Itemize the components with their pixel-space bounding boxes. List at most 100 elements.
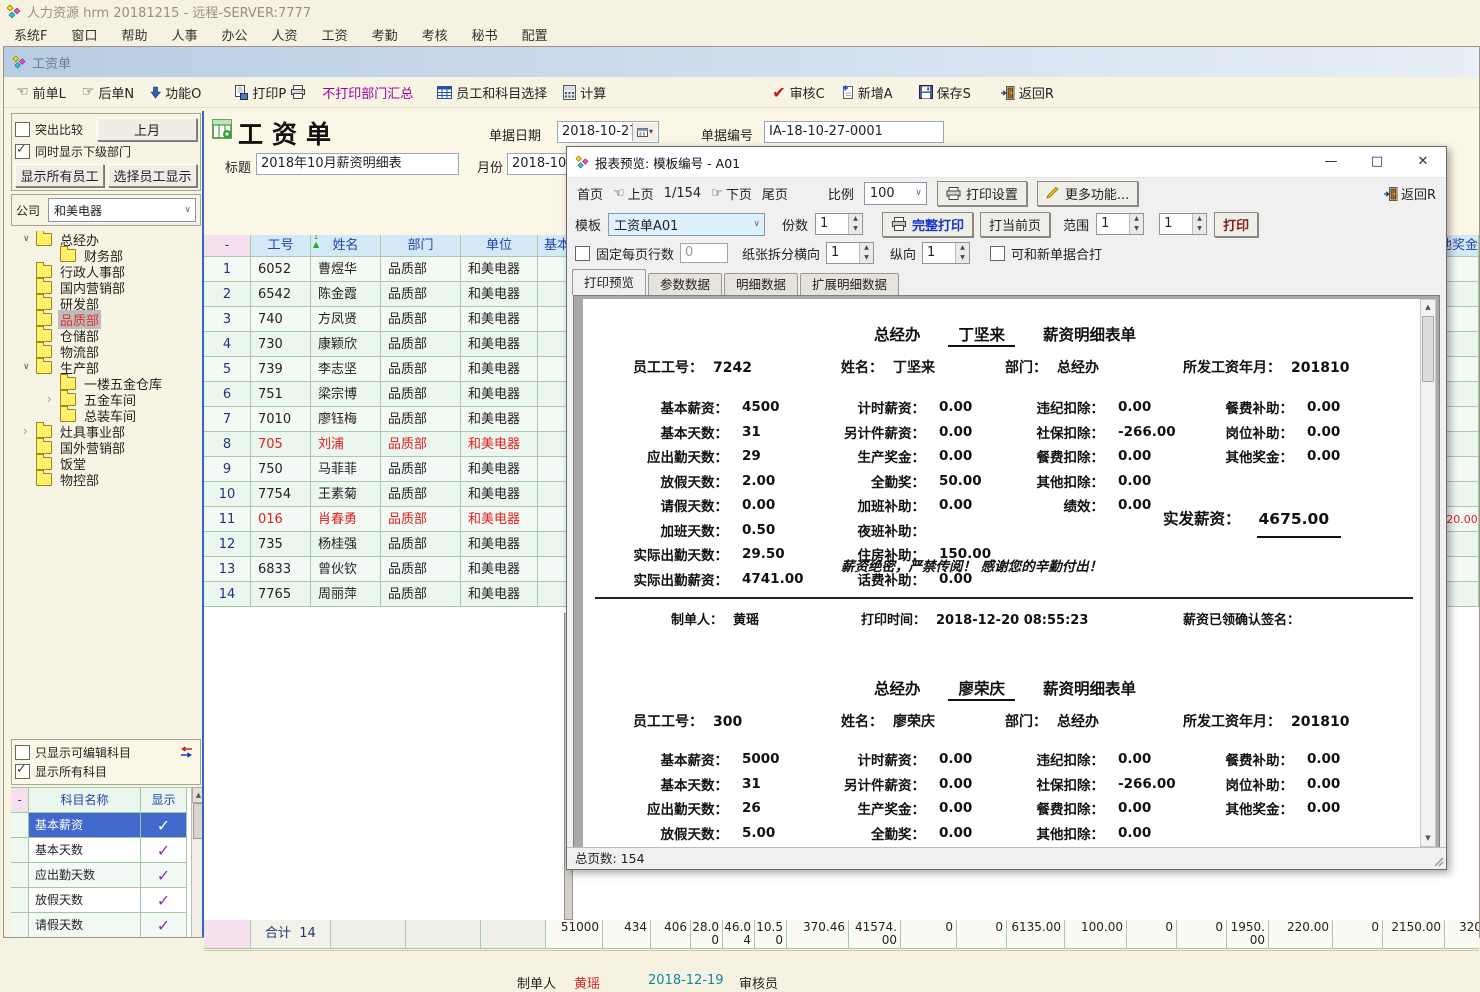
- print-current-page-button[interactable]: 打当前页: [980, 212, 1050, 237]
- header-empno[interactable]: 工号: [251, 235, 311, 257]
- company-select[interactable]: 和美电器 ∨: [48, 198, 196, 222]
- cell-unit[interactable]: 和美电器: [461, 532, 538, 557]
- menu-item[interactable]: 配置: [522, 25, 548, 44]
- maximize-button[interactable]: □: [1354, 147, 1400, 177]
- cell-dept[interactable]: 品质部: [381, 432, 461, 457]
- tree-expand-icon[interactable]: [47, 392, 60, 406]
- menu-item[interactable]: 窗口: [71, 25, 97, 44]
- cell-empno[interactable]: 740: [251, 307, 311, 332]
- range-from-stepper[interactable]: 1▲▼: [1096, 213, 1144, 235]
- cell-unit[interactable]: 和美电器: [461, 557, 538, 582]
- check-icon[interactable]: ✓: [157, 866, 170, 885]
- print-button[interactable]: 打印: [1214, 212, 1258, 237]
- subject-header-name[interactable]: 科目名称: [29, 788, 141, 813]
- header-dept[interactable]: 部门: [381, 235, 461, 257]
- cell-dept[interactable]: 品质部: [381, 407, 461, 432]
- cell-other-bonus[interactable]: [1446, 307, 1479, 332]
- check-icon[interactable]: ✓: [157, 891, 170, 910]
- cell-name[interactable]: 肖春勇: [311, 507, 381, 532]
- dialog-return-button[interactable]: 返回R: [1384, 184, 1436, 203]
- cell-empno[interactable]: 6833: [251, 557, 311, 582]
- cell-other-bonus[interactable]: [1446, 282, 1479, 307]
- cell-unit[interactable]: 和美电器: [461, 482, 538, 507]
- doc-date-field[interactable]: 2018-10-27 ▾: [557, 121, 659, 143]
- more-functions-button[interactable]: 更多功能...: [1037, 181, 1138, 206]
- check-icon[interactable]: ✓: [157, 841, 170, 860]
- copies-stepper[interactable]: 1▲▼: [815, 213, 863, 235]
- calculate-button[interactable]: 计算: [563, 83, 606, 102]
- doc-no-field[interactable]: IA-18-10-27-0001: [764, 121, 944, 143]
- cell-other-bonus[interactable]: [1446, 382, 1479, 407]
- print-button[interactable]: 打印P: [233, 83, 306, 102]
- prev-doc-button[interactable]: ☜前单L: [16, 83, 66, 102]
- tree-expand-icon[interactable]: [23, 234, 36, 244]
- resize-grip[interactable]: [1432, 855, 1444, 867]
- preview-scrollbar[interactable]: ▲ ▼: [1420, 299, 1436, 847]
- cell-name[interactable]: 王素菊: [311, 482, 381, 507]
- cell-empno[interactable]: 7765: [251, 582, 311, 607]
- menu-item[interactable]: 办公: [222, 25, 248, 44]
- cell-unit[interactable]: 和美电器: [461, 382, 538, 407]
- cell-unit[interactable]: 和美电器: [461, 332, 538, 357]
- split-v-stepper[interactable]: 1▲▼: [922, 242, 970, 264]
- cell-unit[interactable]: 和美电器: [461, 257, 538, 282]
- cell-dept[interactable]: 品质部: [381, 482, 461, 507]
- scroll-down-icon[interactable]: ▼: [1421, 831, 1435, 846]
- cell-dept[interactable]: 品质部: [381, 457, 461, 482]
- cell-dept[interactable]: 品质部: [381, 357, 461, 382]
- header-name[interactable]: 1▲姓名: [311, 235, 381, 257]
- cell-dept[interactable]: 品质部: [381, 282, 461, 307]
- cell-empno[interactable]: 739: [251, 357, 311, 382]
- tree-expand-icon[interactable]: [23, 362, 36, 372]
- print-settings-button[interactable]: 打印设置: [937, 181, 1027, 206]
- cell-name[interactable]: 康颖欣: [311, 332, 381, 357]
- menu-item[interactable]: 秘书: [472, 25, 498, 44]
- last-month-button[interactable]: 上月: [97, 118, 197, 141]
- menu-item[interactable]: 人事: [172, 25, 198, 44]
- cell-unit[interactable]: 和美电器: [461, 282, 538, 307]
- prev-page-button[interactable]: ☜上页: [613, 184, 654, 203]
- dialog-tab[interactable]: 明细数据: [724, 273, 798, 295]
- show-sub-dept-checkbox[interactable]: [15, 144, 30, 159]
- check-icon[interactable]: ✓: [157, 916, 170, 935]
- cell-other-bonus[interactable]: [1446, 582, 1479, 607]
- cell-dept[interactable]: 品质部: [381, 507, 461, 532]
- scroll-up-icon[interactable]: ▲: [1421, 300, 1435, 315]
- split-h-stepper[interactable]: 1▲▼: [826, 242, 874, 264]
- cell-other-bonus[interactable]: [1446, 482, 1479, 507]
- functions-button[interactable]: 功能O: [150, 83, 201, 102]
- cell-empno[interactable]: 750: [251, 457, 311, 482]
- scale-select[interactable]: 100∨: [864, 182, 927, 205]
- menu-item[interactable]: 系统F: [14, 25, 47, 44]
- subject-field[interactable]: 2018年10月薪资明细表: [256, 153, 459, 175]
- scroll-thumb[interactable]: [1422, 316, 1434, 382]
- cell-empno[interactable]: 6542: [251, 282, 311, 307]
- cell-name[interactable]: 李志坚: [311, 357, 381, 382]
- cell-other-bonus[interactable]: [1446, 357, 1479, 382]
- next-doc-button[interactable]: ☞后单N: [82, 83, 134, 102]
- subject-row[interactable]: 基本薪资 ✓: [11, 813, 201, 838]
- header-unit[interactable]: 单位: [461, 235, 538, 257]
- cell-name[interactable]: 曾伙钦: [311, 557, 381, 582]
- cell-other-bonus[interactable]: 20.00: [1446, 507, 1479, 532]
- menu-item[interactable]: 考核: [422, 25, 448, 44]
- cell-other-bonus[interactable]: [1446, 332, 1479, 357]
- tree-item[interactable]: 物控部: [11, 471, 201, 487]
- cell-dept[interactable]: 品质部: [381, 557, 461, 582]
- cell-empno[interactable]: 735: [251, 532, 311, 557]
- cell-name[interactable]: 廖钰梅: [311, 407, 381, 432]
- calendar-dropdown-button[interactable]: ▾: [632, 123, 657, 141]
- cell-dept[interactable]: 品质部: [381, 382, 461, 407]
- cell-name[interactable]: 杨桂强: [311, 532, 381, 557]
- dialog-tab[interactable]: 参数数据: [648, 273, 722, 295]
- dialog-tab[interactable]: 打印预览: [572, 269, 646, 295]
- menu-item[interactable]: 工资: [322, 25, 348, 44]
- menu-item[interactable]: 人资: [272, 25, 298, 44]
- employee-subject-select-button[interactable]: 员工和科目选择: [437, 83, 547, 102]
- select-employees-button[interactable]: 选择员工显示: [108, 164, 197, 187]
- save-button[interactable]: 保存S: [919, 83, 971, 102]
- cell-dept[interactable]: 品质部: [381, 332, 461, 357]
- no-dept-summary-button[interactable]: 不打印部门汇总: [322, 83, 413, 102]
- cell-other-bonus[interactable]: [1446, 257, 1479, 282]
- highlight-compare-checkbox[interactable]: [15, 122, 30, 137]
